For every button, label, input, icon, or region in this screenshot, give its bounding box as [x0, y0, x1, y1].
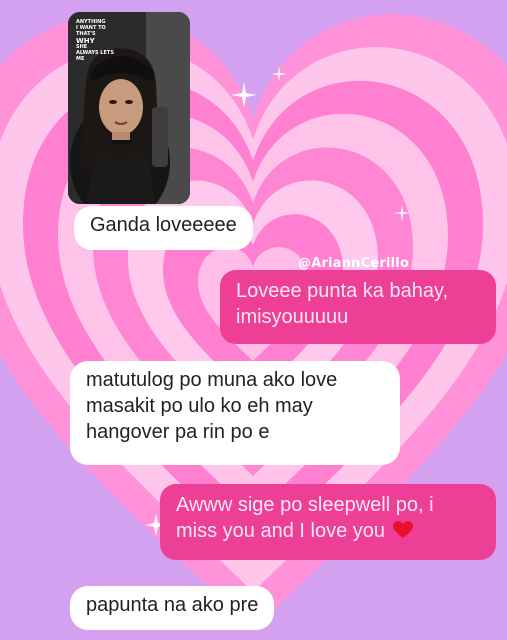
outgoing-message[interactable]: Awww sige po sleepwell po, i miss you an…: [160, 484, 496, 560]
story-caption-line: ME: [76, 55, 85, 62]
watermark: @AriannCerillo: [298, 256, 410, 271]
message-text: papunta na ako pre: [86, 594, 259, 616]
incoming-message[interactable]: matutulog po muna ako love masakit po ul…: [70, 361, 400, 465]
message-text: Loveee punta ka bahay, imisyouuuuu: [236, 280, 449, 328]
story-photo[interactable]: ANYTHING I WANT TO THAT'S WHY SHE ALWAYS…: [68, 12, 190, 204]
outgoing-message[interactable]: Loveee punta ka bahay, imisyouuuuu: [220, 270, 496, 344]
story-caption: ANYTHING I WANT TO THAT'S WHY SHE ALWAYS…: [76, 19, 136, 63]
incoming-message[interactable]: papunta na ako pre: [70, 586, 275, 630]
incoming-message[interactable]: Ganda loveeeee: [74, 206, 253, 250]
chat-screenshot: ANYTHING I WANT TO THAT'S WHY SHE ALWAYS…: [0, 0, 507, 640]
message-text: matutulog po muna ako love masakit po ul…: [86, 369, 338, 443]
red-heart-icon: [392, 521, 413, 538]
message-text: Ganda loveeeee: [90, 214, 237, 236]
